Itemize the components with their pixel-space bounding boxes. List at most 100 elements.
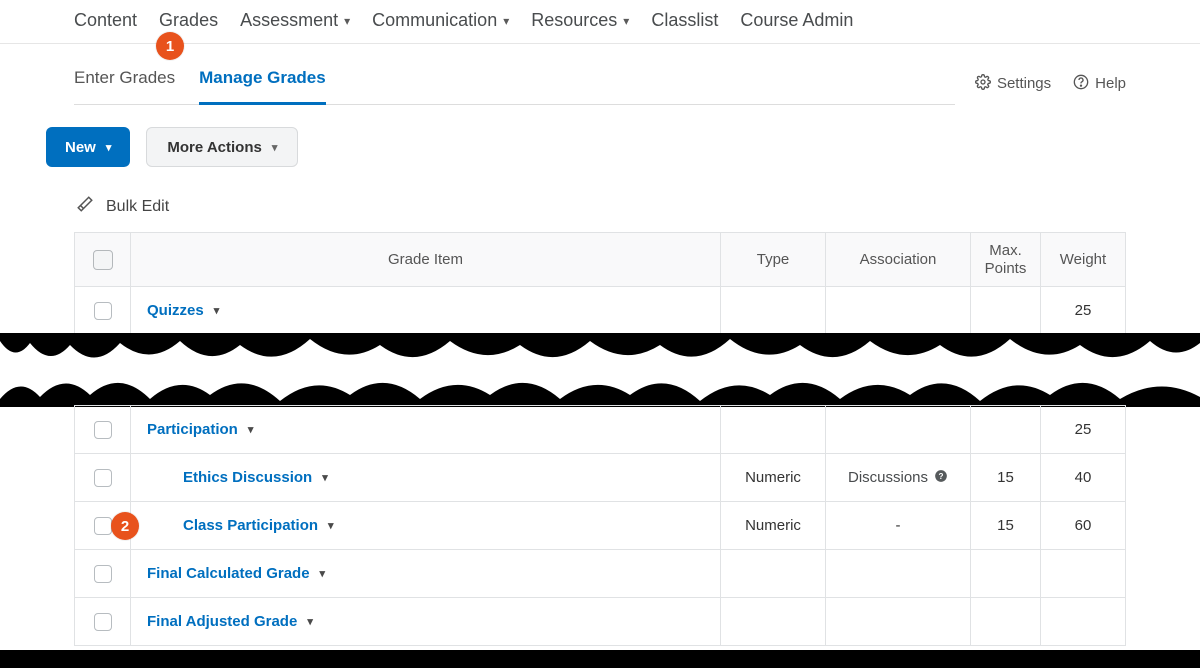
tab-manage-grades[interactable]: Manage Grades bbox=[199, 62, 326, 105]
ethics-points: 15 bbox=[971, 454, 1041, 502]
row-quizzes: Quizzes ▾ 25 bbox=[75, 287, 1126, 335]
nav-communication[interactable]: Communication ▾ bbox=[372, 10, 509, 31]
tab-enter-grades-label: Enter Grades bbox=[74, 68, 175, 87]
grades-table-top: Grade Item Type Association Max. Points … bbox=[0, 232, 1200, 335]
row-participation: Participation ▾ 25 bbox=[75, 406, 1126, 454]
nav-content-label: Content bbox=[74, 10, 137, 31]
chevron-down-icon: ▾ bbox=[214, 304, 220, 317]
nav-course-admin-label: Course Admin bbox=[740, 10, 853, 31]
participation-points bbox=[971, 406, 1041, 454]
nav-grades-label: Grades bbox=[159, 10, 218, 31]
col-type: Type bbox=[721, 233, 826, 287]
callout-1-number: 1 bbox=[166, 38, 174, 55]
participation-association bbox=[826, 406, 971, 454]
col-grade-item: Grade Item bbox=[131, 233, 721, 287]
row-checkbox[interactable] bbox=[94, 517, 112, 535]
more-actions-label: More Actions bbox=[167, 139, 261, 156]
class-participation-type: Numeric bbox=[721, 502, 826, 550]
row-class-participation: 2 Class Participation ▾ Numeric - 15 60 bbox=[75, 502, 1126, 550]
col-association: Association bbox=[826, 233, 971, 287]
svg-text:?: ? bbox=[939, 471, 944, 480]
grade-category-quizzes[interactable]: Quizzes ▾ bbox=[147, 302, 219, 319]
col-max-points-label: Max. Points bbox=[985, 242, 1027, 277]
grades-table: Grade Item Type Association Max. Points … bbox=[74, 232, 1126, 335]
more-actions-button[interactable]: More Actions ▾ bbox=[146, 127, 298, 167]
grade-item-ethics-discussion[interactable]: Ethics Discussion ▾ bbox=[183, 469, 328, 486]
chevron-down-icon: ▾ bbox=[344, 14, 350, 28]
quizzes-label: Quizzes bbox=[147, 302, 204, 319]
nav-classlist[interactable]: Classlist bbox=[651, 10, 718, 31]
page-root: Content Grades Assessment ▾ Communicatio… bbox=[0, 0, 1200, 668]
help-icon bbox=[1073, 74, 1089, 94]
ethics-weight: 40 bbox=[1041, 454, 1126, 502]
col-select-all bbox=[75, 233, 131, 287]
help-link[interactable]: Help bbox=[1073, 74, 1126, 94]
page-bottom-shadow bbox=[0, 650, 1200, 668]
chevron-down-icon: ▾ bbox=[623, 14, 629, 28]
grades-subnav: Enter Grades Manage Grades Settings Help bbox=[0, 62, 1200, 105]
nav-content[interactable]: Content bbox=[74, 10, 137, 31]
row-checkbox[interactable] bbox=[94, 613, 112, 631]
nav-grades[interactable]: Grades bbox=[159, 10, 218, 31]
grade-category-participation[interactable]: Participation ▾ bbox=[147, 421, 253, 438]
ethics-type: Numeric bbox=[721, 454, 826, 502]
grade-item-final-adjusted[interactable]: Final Adjusted Grade ▾ bbox=[147, 613, 313, 630]
help-label: Help bbox=[1095, 75, 1126, 92]
chevron-down-icon: ▾ bbox=[503, 14, 509, 28]
class-participation-association: - bbox=[826, 502, 971, 550]
grades-table-bottom: Participation ▾ 25 Ethics Discussion bbox=[0, 405, 1200, 646]
col-max-points: Max. Points bbox=[971, 233, 1041, 287]
nav-classlist-label: Classlist bbox=[651, 10, 718, 31]
nav-resources-label: Resources bbox=[531, 10, 617, 31]
grade-item-class-participation[interactable]: Class Participation ▾ bbox=[183, 517, 334, 534]
row-final-adjusted: Final Adjusted Grade ▾ bbox=[75, 598, 1126, 646]
final-adjusted-label: Final Adjusted Grade bbox=[147, 613, 297, 630]
chevron-down-icon: ▾ bbox=[106, 141, 112, 154]
quizzes-weight: 25 bbox=[1041, 287, 1126, 335]
col-association-label: Association bbox=[860, 251, 937, 268]
nav-assessment-label: Assessment bbox=[240, 10, 338, 31]
callout-2-number: 2 bbox=[121, 518, 129, 535]
chevron-down-icon: ▾ bbox=[248, 423, 254, 436]
bulk-edit-label: Bulk Edit bbox=[106, 198, 169, 216]
row-ethics-discussion: Ethics Discussion ▾ Numeric Discussions … bbox=[75, 454, 1126, 502]
row-checkbox[interactable] bbox=[94, 469, 112, 487]
row-checkbox[interactable] bbox=[94, 565, 112, 583]
col-weight-label: Weight bbox=[1060, 251, 1106, 268]
settings-link[interactable]: Settings bbox=[975, 74, 1051, 94]
nav-resources[interactable]: Resources ▾ bbox=[531, 10, 629, 31]
tab-enter-grades[interactable]: Enter Grades bbox=[74, 62, 175, 104]
select-all-checkbox[interactable] bbox=[93, 250, 113, 270]
callout-badge-2: 2 bbox=[111, 512, 139, 540]
callout-badge-1: 1 bbox=[156, 32, 184, 60]
nav-course-admin[interactable]: Course Admin bbox=[740, 10, 853, 31]
torn-page-gap bbox=[0, 335, 1200, 405]
class-participation-points: 15 bbox=[971, 502, 1041, 550]
grades-subtabs: Enter Grades Manage Grades bbox=[74, 62, 955, 105]
bulk-edit-link[interactable]: Bulk Edit bbox=[0, 167, 1200, 232]
class-participation-label: Class Participation bbox=[183, 517, 318, 534]
ethics-label: Ethics Discussion bbox=[183, 469, 312, 486]
nav-assessment[interactable]: Assessment ▾ bbox=[240, 10, 350, 31]
chevron-down-icon: ▾ bbox=[320, 567, 326, 580]
chevron-down-icon: ▾ bbox=[328, 519, 334, 532]
grade-item-final-calculated[interactable]: Final Calculated Grade ▾ bbox=[147, 565, 325, 582]
row-checkbox[interactable] bbox=[94, 421, 112, 439]
quizzes-type bbox=[721, 287, 826, 335]
final-calculated-label: Final Calculated Grade bbox=[147, 565, 310, 582]
new-button-label: New bbox=[65, 139, 96, 156]
ethics-association-link[interactable]: Discussions ? bbox=[848, 469, 948, 487]
chevron-down-icon: ▾ bbox=[272, 141, 278, 154]
settings-label: Settings bbox=[997, 75, 1051, 92]
ethics-association-label: Discussions bbox=[848, 469, 928, 486]
new-button[interactable]: New ▾ bbox=[46, 127, 130, 167]
row-checkbox[interactable] bbox=[94, 302, 112, 320]
grades-table-continued: Participation ▾ 25 Ethics Discussion bbox=[74, 405, 1126, 646]
col-grade-item-label: Grade Item bbox=[388, 251, 463, 268]
help-icon: ? bbox=[934, 469, 948, 487]
quizzes-association bbox=[826, 287, 971, 335]
participation-weight: 25 bbox=[1041, 406, 1126, 454]
class-participation-weight: 60 bbox=[1041, 502, 1126, 550]
col-type-label: Type bbox=[757, 251, 790, 268]
participation-label: Participation bbox=[147, 421, 238, 438]
